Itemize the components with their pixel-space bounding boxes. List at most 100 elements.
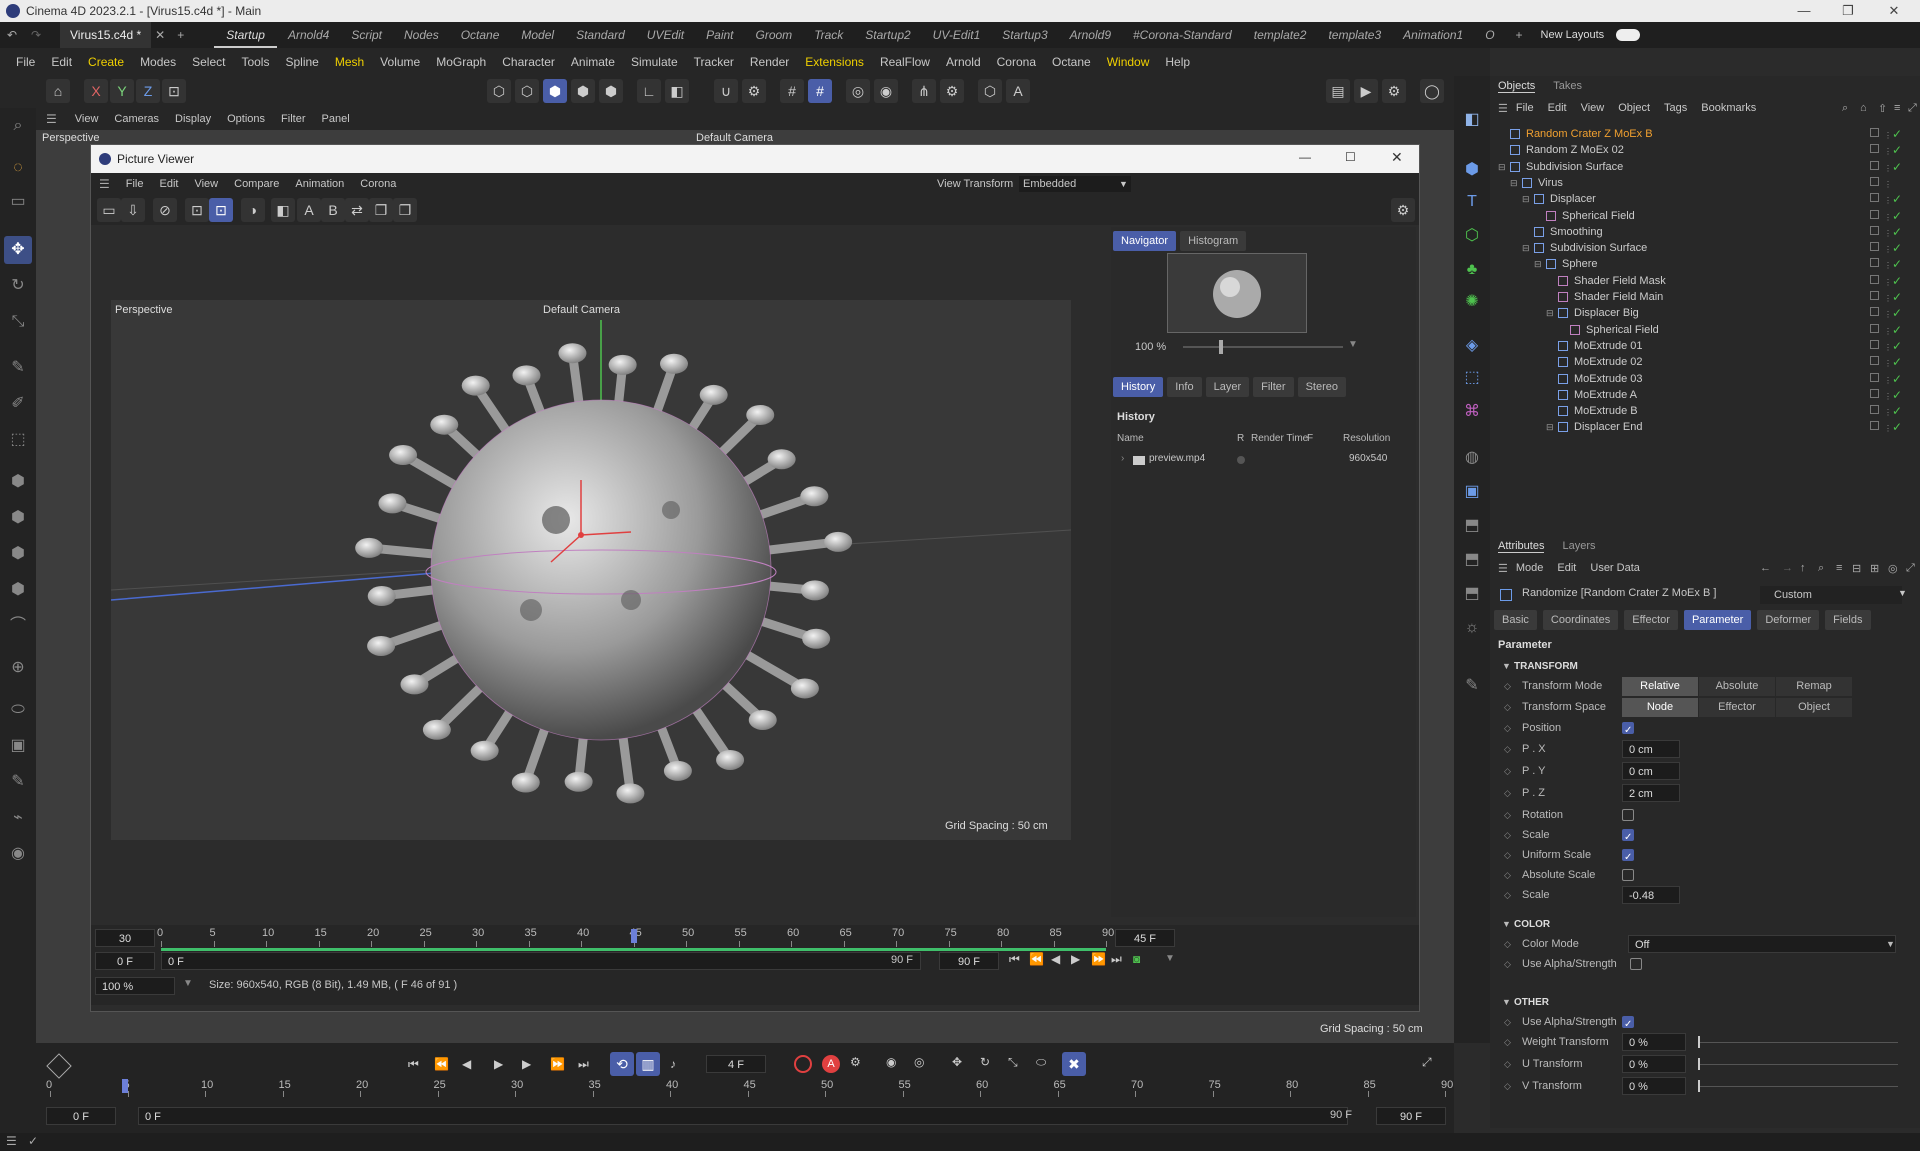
- key-pla-icon[interactable]: ✖: [1062, 1052, 1086, 1076]
- enabled-check-icon[interactable]: ✓: [1892, 417, 1902, 437]
- menu-mograph[interactable]: MoGraph: [428, 55, 494, 69]
- om-search-icon[interactable]: ⌕: [1842, 102, 1848, 115]
- new-layouts-label[interactable]: New Layouts: [1533, 29, 1613, 41]
- keyframe-diamond-icon[interactable]: ◇: [1504, 1012, 1511, 1033]
- keyframe-diamond-icon[interactable]: ◇: [1504, 825, 1511, 846]
- main-start-field[interactable]: 0 F: [46, 1107, 116, 1125]
- attr-subtab-deformer[interactable]: Deformer: [1757, 610, 1820, 630]
- close-file-icon[interactable]: ✕: [151, 28, 169, 42]
- swap-icon[interactable]: ⇄: [345, 198, 369, 222]
- environment-icon[interactable]: ◍: [1458, 444, 1486, 472]
- u-field[interactable]: 0 %: [1622, 1055, 1686, 1073]
- knife-icon[interactable]: ✎: [4, 354, 32, 382]
- px-field[interactable]: 0 cm: [1622, 740, 1680, 758]
- cube4-icon[interactable]: ⬢: [4, 576, 32, 604]
- om-filter-icon[interactable]: ≡: [1894, 102, 1900, 114]
- use-alpha2-checkbox[interactable]: [1622, 1014, 1634, 1035]
- last-frame-icon[interactable]: ⏭: [1111, 952, 1122, 967]
- prev-key-main-icon[interactable]: ⏪: [434, 1057, 449, 1071]
- contrast-icon[interactable]: ◑: [241, 198, 265, 222]
- effector-icon[interactable]: ✺: [1458, 288, 1486, 316]
- menu-character[interactable]: Character: [494, 55, 563, 69]
- object-edit-toggle-icon[interactable]: [1870, 176, 1879, 186]
- absolute-scale-checkbox[interactable]: [1622, 869, 1634, 881]
- layout-tab[interactable]: Startup2: [854, 22, 921, 48]
- render-view-icon[interactable]: ▤: [1326, 79, 1350, 103]
- history-row[interactable]: › preview.mp4 960x540: [1117, 453, 1412, 469]
- prev-key-icon[interactable]: ⏪: [1029, 952, 1044, 966]
- col-r[interactable]: R: [1237, 433, 1244, 444]
- range-icon[interactable]: ▥: [636, 1052, 660, 1076]
- ab-b-icon[interactable]: B: [321, 198, 345, 222]
- model-mode-icon[interactable]: ⬢: [571, 79, 595, 103]
- keyframe-diamond-icon[interactable]: ◇: [1504, 934, 1511, 955]
- om-tab-objects[interactable]: Objects: [1498, 80, 1536, 93]
- col-f[interactable]: F: [1307, 433, 1313, 444]
- add-layout-icon[interactable]: +: [1506, 28, 1533, 42]
- loop-icon[interactable]: ◙: [1133, 952, 1140, 966]
- object-edit-toggle-icon[interactable]: [1870, 258, 1879, 268]
- am-menu-mode[interactable]: Mode: [1516, 562, 1544, 574]
- layout-tab[interactable]: Arnold4: [277, 22, 340, 48]
- am-popout-icon[interactable]: ⤢: [1906, 562, 1915, 575]
- layout-tab[interactable]: Arnold9: [1059, 22, 1122, 48]
- object-edit-toggle-icon[interactable]: [1870, 209, 1879, 219]
- use-alpha-checkbox[interactable]: [1630, 958, 1642, 970]
- save-icon[interactable]: ⇩: [121, 198, 145, 222]
- polygon-pen-icon[interactable]: ⬚: [4, 426, 32, 454]
- attr-subtab-basic[interactable]: Basic: [1494, 610, 1537, 630]
- am-menu-user-data[interactable]: User Data: [1590, 562, 1640, 574]
- key-param-icon[interactable]: ⬭: [1036, 1055, 1046, 1070]
- object-edit-toggle-icon[interactable]: [1870, 291, 1879, 300]
- layout-tab[interactable]: #Corona-Standard: [1122, 22, 1243, 48]
- pv-menu-file[interactable]: File: [118, 178, 152, 190]
- cloner-icon[interactable]: ⬡: [1458, 222, 1486, 250]
- zoom-slider[interactable]: [1183, 346, 1343, 348]
- keyframe-diamond-icon[interactable]: ◇: [1504, 1054, 1511, 1075]
- object-edit-toggle-icon[interactable]: [1870, 405, 1879, 415]
- menu-animate[interactable]: Animate: [563, 55, 623, 69]
- object-row[interactable]: ⊟ Displacer End ⋮ ✓: [1490, 417, 1920, 437]
- am-menu-edit[interactable]: Edit: [1557, 562, 1576, 574]
- main-start2-field[interactable]: 0 F: [138, 1107, 1348, 1125]
- color-section-header[interactable]: ▼ COLOR: [1490, 914, 1920, 935]
- view-transform-select[interactable]: Embedded: [1019, 176, 1131, 192]
- object-edit-toggle-icon[interactable]: [1870, 242, 1879, 252]
- layout-tab[interactable]: Model: [510, 22, 565, 48]
- am-hamburger-icon[interactable]: ☰: [1490, 562, 1516, 575]
- attr-subtab-effector[interactable]: Effector: [1624, 610, 1678, 630]
- light-icon[interactable]: ⬒: [1458, 512, 1486, 540]
- menu-edit[interactable]: Edit: [43, 55, 80, 69]
- autokey-icon[interactable]: A: [822, 1055, 840, 1073]
- segment-option[interactable]: Object: [1776, 698, 1852, 717]
- move-icon[interactable]: ✥: [4, 236, 32, 264]
- play-main-icon[interactable]: ▶: [494, 1057, 503, 1071]
- object-edit-toggle-icon[interactable]: [1870, 356, 1879, 366]
- om-menu-object[interactable]: Object: [1618, 102, 1650, 114]
- object-edit-toggle-icon[interactable]: [1870, 160, 1879, 170]
- panel-tab-history[interactable]: History: [1113, 377, 1164, 397]
- render-active-icon[interactable]: ◉: [874, 79, 898, 103]
- pv-menu-corona[interactable]: Corona: [352, 178, 404, 190]
- bridge-icon[interactable]: ⌒: [4, 612, 32, 640]
- key-pos-icon[interactable]: ◎: [914, 1055, 924, 1069]
- layout-tab[interactable]: template3: [1317, 22, 1392, 48]
- pv-playhead[interactable]: [630, 929, 637, 943]
- main-end-field[interactable]: 90 F: [1376, 1107, 1446, 1125]
- render-settings-icon[interactable]: ⚙: [1382, 79, 1406, 103]
- scale-value-field[interactable]: -0.48: [1622, 886, 1680, 904]
- key-move-icon[interactable]: ✥: [952, 1055, 962, 1069]
- pen-icon[interactable]: ✎: [1458, 672, 1486, 700]
- pv-max-frame2[interactable]: 90 F: [939, 952, 999, 970]
- keyframe-diamond-icon[interactable]: ◇: [1504, 783, 1511, 804]
- edges-mode-icon[interactable]: ⬡: [515, 79, 539, 103]
- attr-subtab-coordinates[interactable]: Coordinates: [1542, 610, 1619, 630]
- am-tab-layers[interactable]: Layers: [1562, 540, 1595, 553]
- collapse-chevron-icon[interactable]: ▼: [1502, 914, 1511, 935]
- box-icon[interactable]: ▣: [4, 732, 32, 760]
- value-slider[interactable]: [1698, 1086, 1898, 1087]
- key-lock-icon[interactable]: ◉: [886, 1055, 896, 1069]
- first-frame-icon[interactable]: ⏮: [1009, 952, 1020, 967]
- cylinder-icon[interactable]: ⬭: [4, 696, 32, 724]
- segment-option[interactable]: Relative: [1622, 677, 1698, 696]
